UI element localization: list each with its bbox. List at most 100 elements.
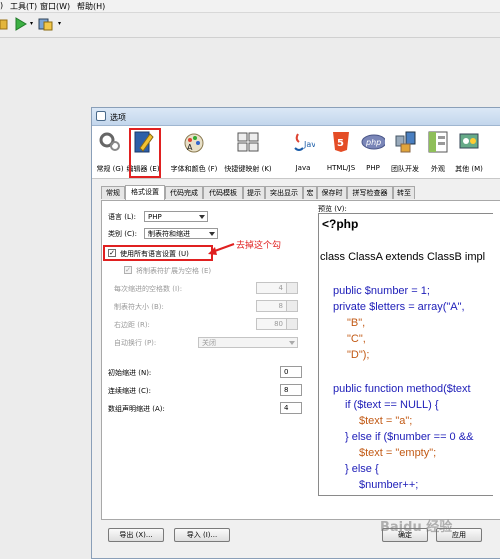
category-label: Java	[295, 164, 311, 172]
expand-tabs-checkbox[interactable]: ✓	[124, 266, 132, 274]
code-preview[interactable]: <?php class ClassA extends ClassB impl p…	[318, 213, 493, 496]
svg-text:5: 5	[337, 138, 344, 149]
language-value: PHP	[148, 213, 162, 221]
menu-item-partial[interactable]: )	[0, 1, 3, 10]
export-button[interactable]: 导出 (X)...	[108, 528, 164, 542]
tab-highlighting[interactable]: 突出显示	[265, 186, 303, 199]
build-icon[interactable]	[38, 17, 54, 31]
team-icon	[395, 131, 416, 153]
line-wrap-label: 自动换行 (P):	[114, 339, 157, 347]
appearance-icon	[428, 131, 448, 153]
use-all-languages-label: 使用所有语言设置 (U)	[120, 250, 189, 258]
annotation-arrow-icon	[208, 243, 235, 255]
category-keymap[interactable]: 快捷键映射 (K)	[224, 130, 272, 176]
tab-size-value: 8	[278, 302, 283, 310]
menu-bar: ) 工具(T) 窗口(W) 帮助(H)	[0, 0, 500, 13]
spinner-arrows-icon[interactable]	[286, 283, 297, 293]
tab-on-save[interactable]: 保存时	[317, 186, 347, 199]
code-line: if ($text == NULL) {	[345, 399, 439, 411]
indent-size-value: 4	[278, 284, 283, 292]
code-line: } else {	[345, 463, 379, 475]
code-line: $text = "a";	[359, 415, 413, 427]
tab-general[interactable]: 常规	[101, 186, 125, 199]
options-dialog: 选项 常规 (G) 编辑器 (E) A 字体和颜色 (F) 快捷键映射 (K) …	[91, 107, 500, 559]
tab-formatting[interactable]: 格式设置	[125, 185, 165, 200]
array-indent-label: 数组声明缩进 (A):	[108, 405, 165, 413]
chevron-down-icon	[199, 215, 205, 219]
run-icon[interactable]	[15, 17, 27, 31]
dialog-titlebar: 选项	[92, 108, 500, 126]
initial-indent-input[interactable]: 0	[280, 366, 302, 378]
initial-indent-label: 初始缩进 (N):	[108, 369, 152, 377]
import-button[interactable]: 导入 (I)...	[174, 528, 230, 542]
tab-go-to[interactable]: 转至	[393, 186, 415, 199]
svg-text:Java: Java	[303, 140, 315, 149]
category-fonts-colors[interactable]: A 字体和颜色 (F)	[171, 130, 217, 176]
toolbar: ▾ ▾	[0, 13, 500, 38]
tab-size-spinner[interactable]: 8	[256, 300, 298, 312]
php-icon: php	[361, 134, 387, 150]
category-label: 快捷键映射 (K)	[224, 165, 272, 173]
right-margin-label: 右边距 (R):	[114, 321, 150, 329]
category-html-js[interactable]: 5 HTML/JS	[327, 130, 355, 176]
menu-tools[interactable]: 工具(T)	[10, 1, 37, 12]
html5-icon: 5	[333, 132, 349, 152]
code-line: class ClassA extends ClassB impl	[320, 251, 486, 263]
java-icon: Java	[294, 133, 321, 151]
tab-code-templates[interactable]: 代码模板	[203, 186, 243, 199]
language-label: 语言 (L):	[108, 213, 136, 221]
chevron-down-icon	[289, 341, 295, 345]
watermark: Baidu 经验	[380, 520, 453, 535]
build-dropdown-icon[interactable]: ▾	[58, 20, 61, 27]
line-wrap-select[interactable]: 关闭	[198, 337, 298, 348]
line-wrap-value: 关闭	[202, 339, 216, 347]
expand-tabs-label: 将制表符扩展为空格 (E)	[136, 267, 212, 275]
category-team[interactable]: 团队开发	[389, 130, 421, 176]
general-icon	[99, 132, 120, 151]
run-dropdown-icon[interactable]: ▾	[30, 20, 33, 27]
dialog-title: 选项	[110, 113, 126, 122]
formatting-panel: 语言 (L): PHP 类别 (C): 制表符和缩进 ✓ 使用所有语言设置 (U…	[101, 200, 500, 520]
open-icon[interactable]	[0, 17, 8, 31]
code-line: $text = "empty";	[359, 447, 437, 459]
code-line: "B",	[347, 317, 366, 329]
indent-size-spinner[interactable]: 4	[256, 282, 298, 294]
tab-hints[interactable]: 提示	[243, 186, 265, 199]
tab-code-completion[interactable]: 代码完成	[165, 186, 203, 199]
array-indent-input[interactable]: 4	[280, 402, 302, 414]
tab-macros[interactable]: 宏	[303, 186, 317, 199]
category-java[interactable]: Java Java	[288, 130, 321, 176]
code-line: private $letters = array("A",	[333, 301, 465, 313]
editor-highlight-box	[129, 128, 161, 178]
code-line: public function method($text	[333, 383, 471, 395]
spinner-arrows-icon[interactable]	[286, 319, 297, 329]
category-general[interactable]: 常规 (G)	[96, 130, 124, 176]
category-label: 其他 (M)	[455, 165, 483, 173]
category-appearance[interactable]: 外观	[426, 130, 450, 176]
category-label: 类别 (C):	[108, 230, 137, 238]
language-select[interactable]: PHP	[144, 211, 208, 222]
chevron-down-icon	[209, 232, 215, 236]
right-margin-value: 80	[274, 320, 283, 328]
use-all-languages-checkbox[interactable]: ✓	[108, 249, 116, 257]
code-line: } else if ($number == 0 &&	[345, 431, 474, 443]
menu-window[interactable]: 窗口(W)	[40, 1, 70, 12]
code-line: "C",	[347, 333, 366, 345]
annotation-text: 去掉这个勾	[236, 241, 282, 251]
tab-spellchecker[interactable]: 拼写检查器	[347, 186, 393, 199]
svg-text:A: A	[187, 143, 193, 152]
category-label: 字体和颜色 (F)	[170, 165, 218, 173]
code-line: public $number = 1;	[333, 285, 430, 297]
indent-size-label: 每次缩进的空格数 (I):	[114, 285, 183, 293]
category-misc[interactable]: 其他 (M)	[454, 130, 484, 176]
continuation-indent-label: 连续缩进 (C):	[108, 387, 151, 395]
right-margin-spinner[interactable]: 80	[256, 318, 298, 330]
spinner-arrows-icon[interactable]	[286, 301, 297, 311]
code-line: "D");	[347, 349, 370, 361]
code-line: <?php	[322, 217, 359, 231]
keymap-icon	[237, 132, 259, 152]
menu-help[interactable]: 帮助(H)	[77, 1, 105, 12]
continuation-indent-input[interactable]: 8	[280, 384, 302, 396]
misc-icon	[459, 133, 479, 149]
svg-text:php: php	[365, 138, 381, 147]
